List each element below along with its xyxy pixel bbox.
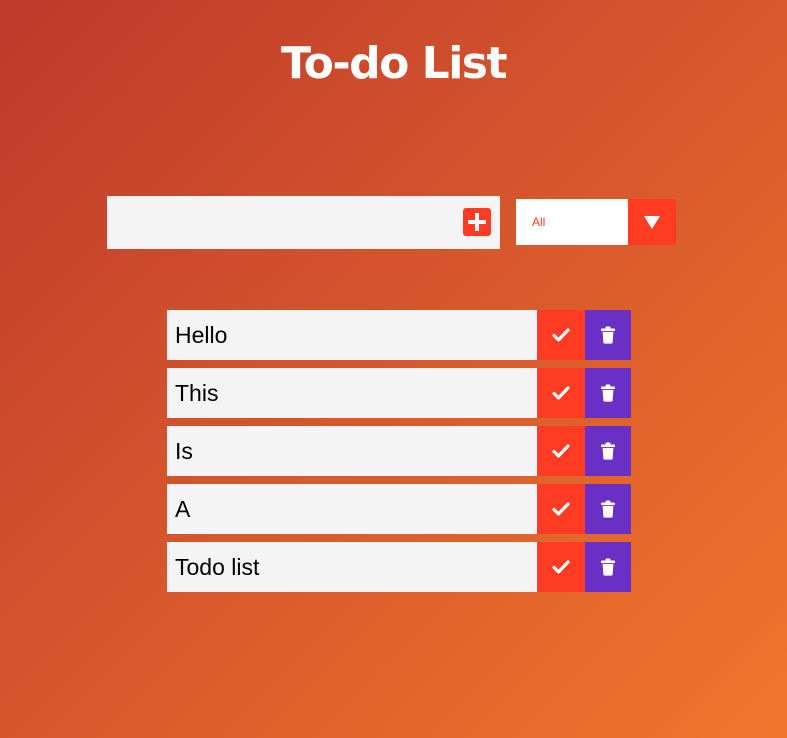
todo-item: Hello — [167, 310, 631, 360]
todo-input-container — [107, 196, 500, 249]
plus-icon — [463, 208, 491, 236]
complete-button[interactable] — [537, 368, 585, 418]
todo-item-text: A — [167, 484, 537, 534]
complete-button[interactable] — [537, 484, 585, 534]
todo-item-text: Hello — [167, 310, 537, 360]
page-title: To-do List — [280, 38, 508, 89]
delete-button[interactable] — [585, 426, 631, 476]
todo-item: Is — [167, 426, 631, 476]
trash-icon — [601, 500, 615, 518]
filter-dropdown-toggle[interactable] — [628, 199, 676, 245]
todo-item: A — [167, 484, 631, 534]
add-todo-button[interactable] — [463, 208, 491, 236]
filter-selected-value: All — [532, 215, 546, 229]
trash-icon — [601, 442, 615, 460]
filter-select[interactable]: All — [516, 199, 676, 245]
trash-icon — [601, 558, 615, 576]
todo-input[interactable] — [107, 196, 457, 249]
delete-button[interactable] — [585, 368, 631, 418]
todo-item: This — [167, 368, 631, 418]
check-icon — [552, 502, 570, 516]
check-icon — [552, 560, 570, 574]
todo-item-text: This — [167, 368, 537, 418]
trash-icon — [601, 384, 615, 402]
todo-item-text: Todo list — [167, 542, 537, 592]
check-icon — [552, 386, 570, 400]
check-icon — [552, 444, 570, 458]
check-icon — [552, 328, 570, 342]
complete-button[interactable] — [537, 426, 585, 476]
todo-item: Todo list — [167, 542, 631, 592]
complete-button[interactable] — [537, 310, 585, 360]
todo-item-text: Is — [167, 426, 537, 476]
delete-button[interactable] — [585, 542, 631, 592]
trash-icon — [601, 326, 615, 344]
delete-button[interactable] — [585, 310, 631, 360]
todo-list: Hello This Is A Todo list — [167, 310, 631, 600]
delete-button[interactable] — [585, 484, 631, 534]
caret-down-icon — [644, 216, 660, 229]
complete-button[interactable] — [537, 542, 585, 592]
